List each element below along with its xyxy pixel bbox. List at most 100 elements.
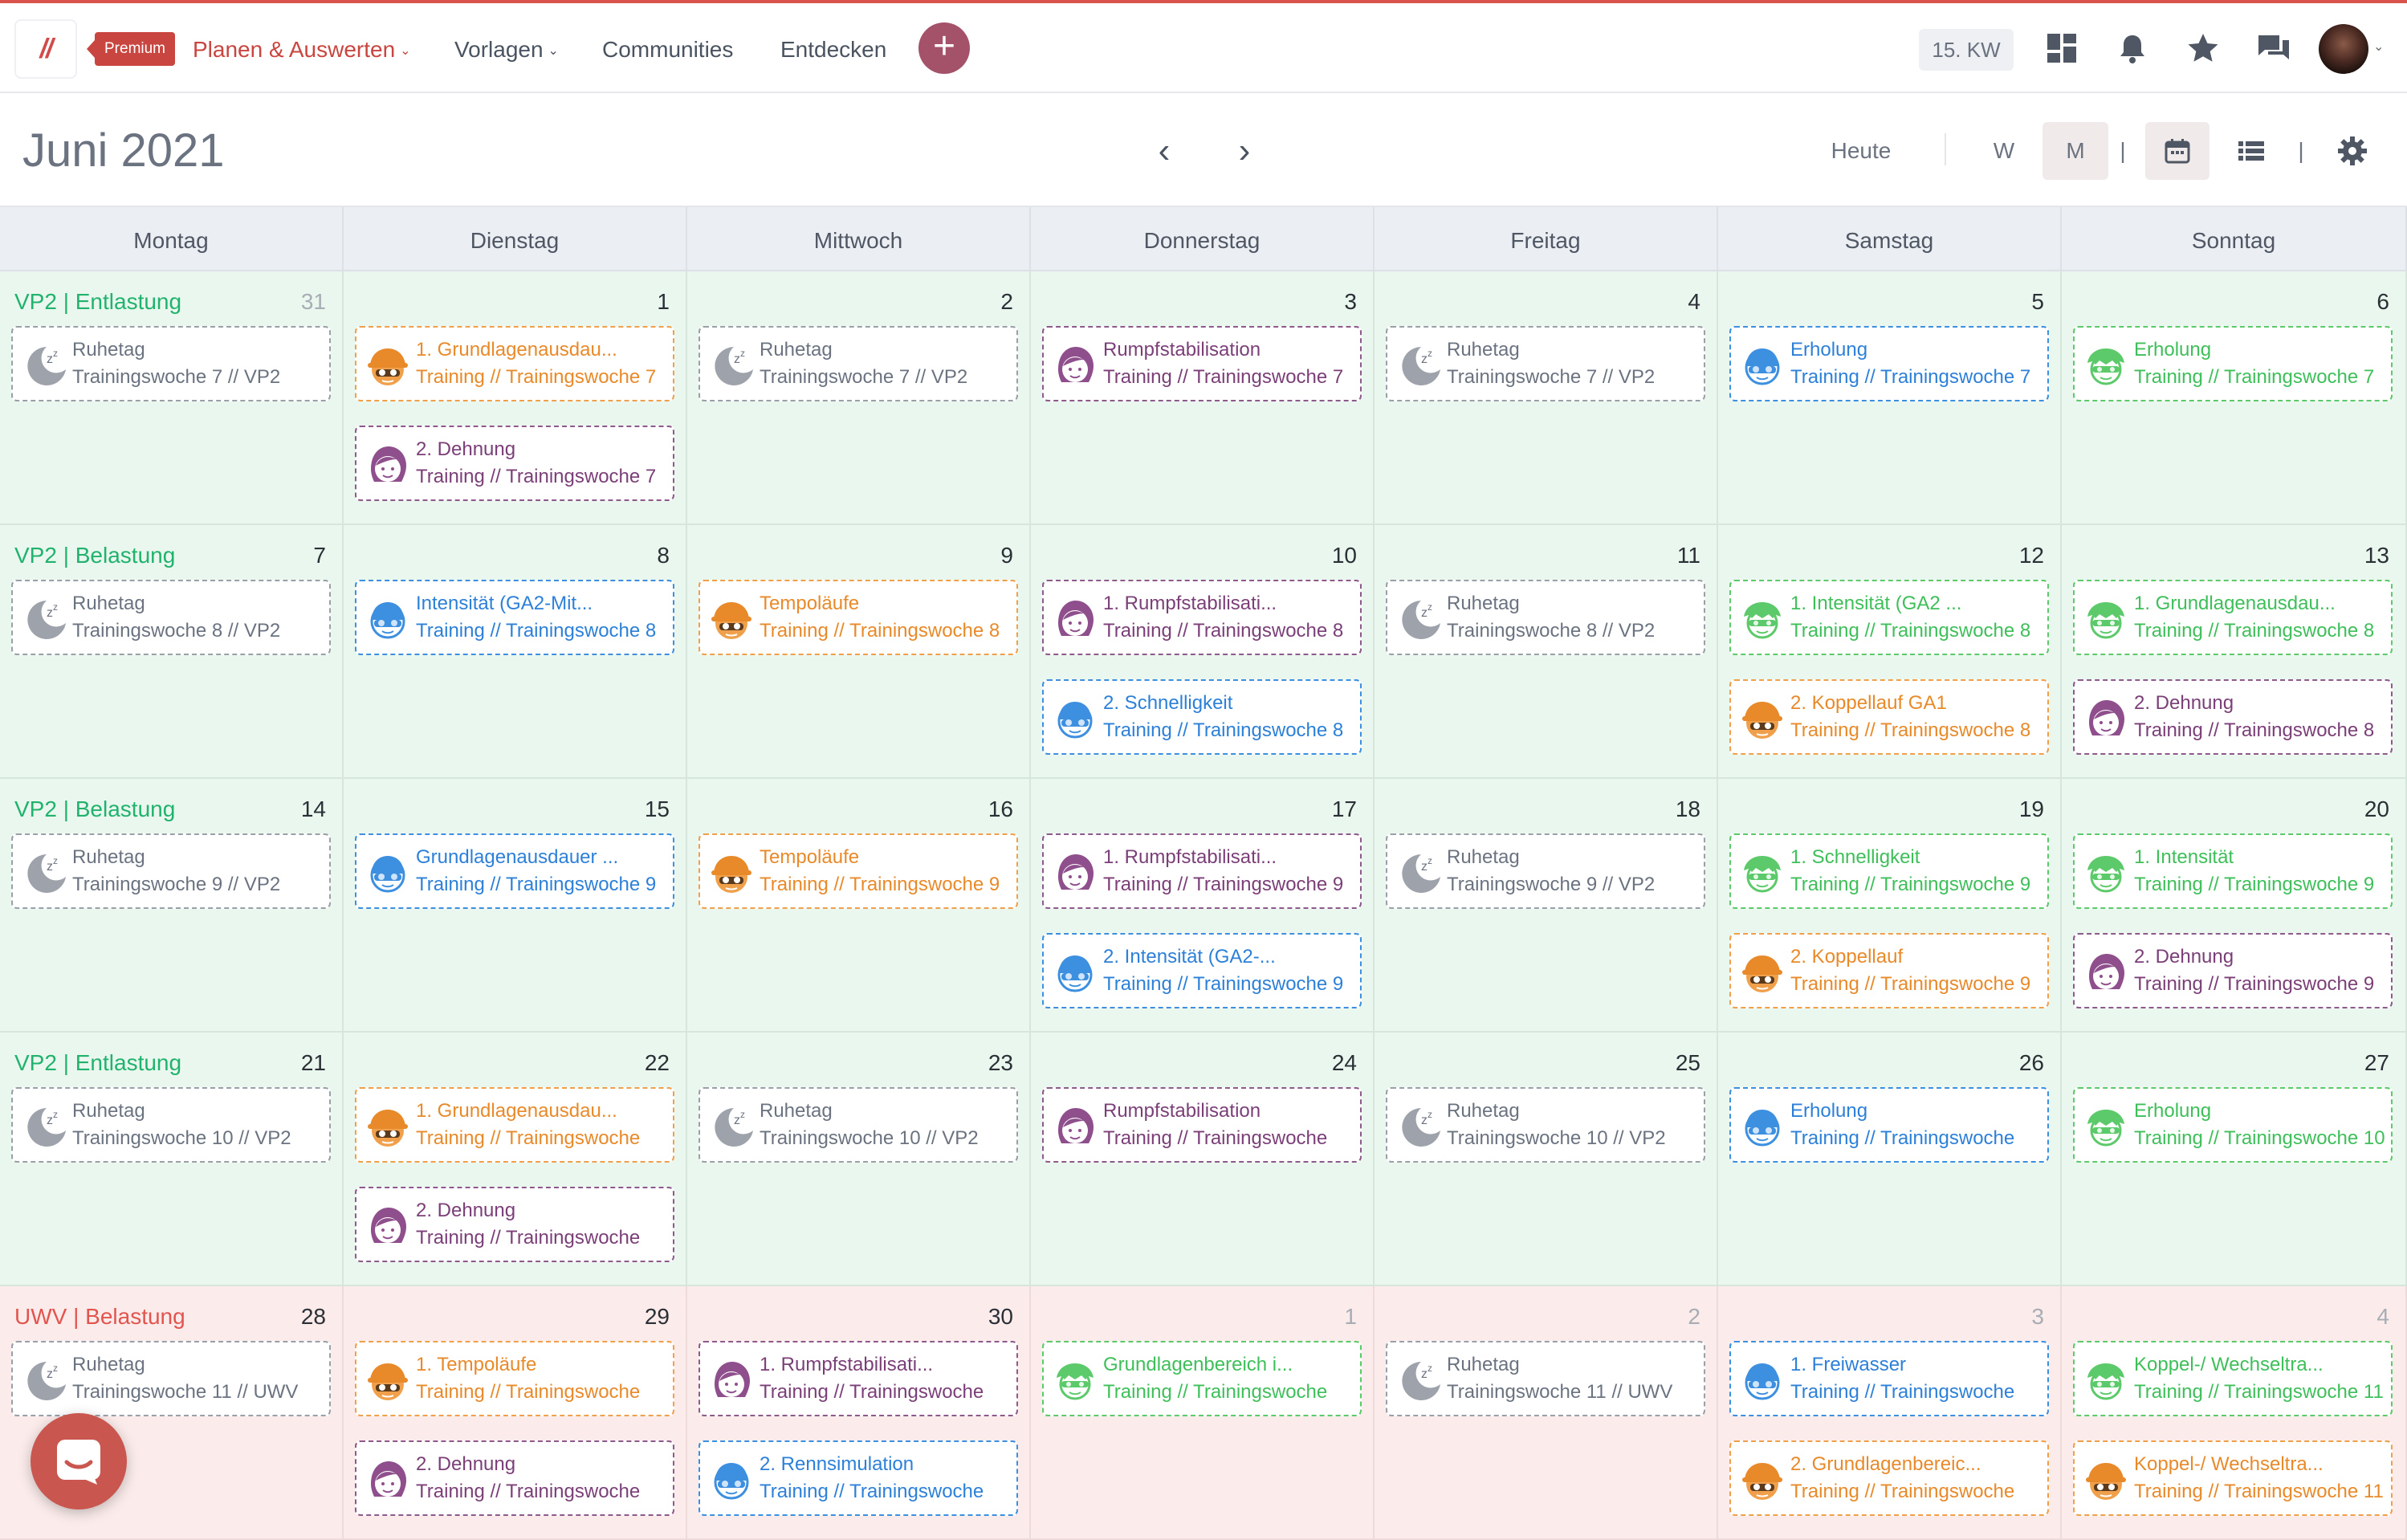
day-cell[interactable]: 12 1. Intensität (GA2 ... Training // Trai… (1718, 525, 2062, 779)
training-event-card[interactable]: 1. Intensität (GA2 ... Training // Traini… (1729, 580, 2049, 655)
training-event-card[interactable]: Rumpfstabilisation Training // Trainingsw… (1042, 326, 1362, 401)
nav-planen-auswerten[interactable]: Planen & Auswerten ⌄ (193, 32, 411, 67)
day-cell[interactable]: 18 z z Ruhetag Trainingswoche 9 // VP2 (1375, 779, 1718, 1033)
day-cell[interactable]: 16 Tempoläufe Training // Trainingswoche 9 (687, 779, 1031, 1033)
day-cell[interactable]: 8 Intensität (GA2-Mit... Training // Train… (344, 525, 687, 779)
training-event-card[interactable]: z z Ruhetag Trainingswoche 11 // UWV (1386, 1341, 1705, 1416)
chevron-right-icon[interactable]: › (1227, 133, 1262, 170)
calendar-view-button[interactable] (2145, 122, 2209, 180)
training-event-card[interactable]: Grundlagenbereich i... Training // Traini… (1042, 1341, 1362, 1416)
day-cell[interactable]: 15 Grundlagenausdauer ... Training // Trai… (344, 779, 687, 1033)
training-event-card[interactable]: z z Ruhetag Trainingswoche 8 // VP2 (11, 580, 331, 655)
day-cell[interactable]: 23 z z Ruhetag Trainingswoche 10 // VP2 (687, 1033, 1031, 1286)
training-event-card[interactable]: 2. Intensität (GA2-... Training // Traini… (1042, 933, 1362, 1008)
training-event-card[interactable]: 2. Dehnung Training // Trainingswoche 7 (355, 426, 674, 501)
star-icon[interactable] (2185, 31, 2221, 66)
day-cell[interactable]: 2 z z Ruhetag Trainingswoche 7 // VP2 (687, 271, 1031, 525)
day-cell[interactable]: VP2 | Belastung 7 z z Ruhetag Trainingswoche … (0, 525, 344, 779)
day-cell[interactable]: 19 1. Schnelligkeit Training // Trainingsw… (1718, 779, 2062, 1033)
training-event-card[interactable]: Grundlagenausdauer ... Training // Traini… (355, 833, 674, 909)
training-event-card[interactable]: Erholung Training // Trainingswoche 7 (2073, 326, 2393, 401)
training-event-card[interactable]: 2. Grundlagenbereic... Training // Traini… (1729, 1440, 2049, 1516)
chevron-down-icon[interactable]: ⌄ (2373, 39, 2384, 55)
nav-entdecken[interactable]: Entdecken (780, 32, 886, 67)
day-cell[interactable]: 27 Erholung Training // Trainingswoche 10 (2062, 1033, 2407, 1286)
day-cell[interactable]: 13 1. Grundlagenausdau... Training // Trai… (2062, 525, 2407, 779)
add-button[interactable]: + (918, 22, 970, 74)
day-cell[interactable]: 25 z z Ruhetag Trainingswoche 10 // VP2 (1375, 1033, 1718, 1286)
training-event-card[interactable]: 1. Tempoläufe Training // Trainingswoche (355, 1341, 674, 1416)
day-cell[interactable]: 10 1. Rumpfstabilisati... Training // Trai… (1031, 525, 1375, 779)
training-event-card[interactable]: Intensität (GA2-Mit... Training // Traini… (355, 580, 674, 655)
day-cell[interactable]: VP2 | Belastung 14 z z Ruhetag Trainingswoche… (0, 779, 344, 1033)
training-event-card[interactable]: z z Ruhetag Trainingswoche 7 // VP2 (698, 326, 1018, 401)
training-event-card[interactable]: z z Ruhetag Trainingswoche 7 // VP2 (11, 326, 331, 401)
training-event-card[interactable]: 1. Grundlagenausdau... Training // Traini… (2073, 580, 2393, 655)
training-event-card[interactable]: 2. Dehnung Training // Trainingswoche 9 (2073, 933, 2393, 1008)
day-cell[interactable]: 3 1. Freiwasser Training // Trainingswoche… (1718, 1286, 2062, 1540)
day-cell[interactable]: 6 Erholung Training // Trainingswoche 7 (2062, 271, 2407, 525)
support-chat-button[interactable] (31, 1413, 127, 1509)
day-cell[interactable]: 22 1. Grundlagenausdau... Training // Trai… (344, 1033, 687, 1286)
day-cell[interactable]: 29 1. Tempoläufe Training // Trainingswoch… (344, 1286, 687, 1540)
training-event-card[interactable]: 1. Freiwasser Training // Trainingswoche (1729, 1341, 2049, 1416)
bell-icon[interactable] (2115, 31, 2150, 66)
training-event-card[interactable]: 2. Rennsimulation Training // Trainingswo… (698, 1440, 1018, 1516)
training-event-card[interactable]: Koppel-/ Wechseltra... Training // Traini… (2073, 1440, 2393, 1516)
training-event-card[interactable]: z z Ruhetag Trainingswoche 10 // VP2 (698, 1087, 1018, 1163)
dashboard-icon[interactable] (2044, 31, 2079, 66)
list-view-button[interactable] (2219, 122, 2283, 180)
day-cell[interactable]: VP2 | Entlastung 31 z z Ruhetag Trainingswoch… (0, 271, 344, 525)
training-event-card[interactable]: z z Ruhetag Trainingswoche 10 // VP2 (1386, 1087, 1705, 1163)
day-cell[interactable]: 17 1. Rumpfstabilisati... Training // Trai… (1031, 779, 1375, 1033)
week-phase-label[interactable]: UWV | Belastung (14, 1304, 185, 1330)
day-cell[interactable]: 4 Koppel-/ Wechseltra... Training // Train… (2062, 1286, 2407, 1540)
training-event-card[interactable]: 2. Dehnung Training // Trainingswoche 8 (2073, 679, 2393, 755)
training-event-card[interactable]: Rumpfstabilisation Training // Trainingsw… (1042, 1087, 1362, 1163)
day-cell[interactable]: 24 Rumpfstabilisation Training // Training… (1031, 1033, 1375, 1286)
week-phase-label[interactable]: VP2 | Entlastung (14, 289, 181, 315)
training-event-card[interactable]: 2. Dehnung Training // Trainingswoche (355, 1187, 674, 1262)
month-view-button[interactable]: M (2042, 122, 2108, 180)
day-cell[interactable]: 1 Grundlagenbereich i... Training // Train… (1031, 1286, 1375, 1540)
training-event-card[interactable]: Erholung Training // Trainingswoche (1729, 1087, 2049, 1163)
today-button[interactable]: Heute (1811, 122, 1911, 180)
training-event-card[interactable]: 1. Grundlagenausdau... Training // Traini… (355, 1087, 674, 1163)
chevron-left-icon[interactable]: ‹ (1146, 133, 1182, 170)
training-event-card[interactable]: 1. Rumpfstabilisati... Training // Traini… (1042, 833, 1362, 909)
training-event-card[interactable]: z z Ruhetag Trainingswoche 9 // VP2 (1386, 833, 1705, 909)
week-phase-label[interactable]: VP2 | Entlastung (14, 1050, 181, 1076)
day-cell[interactable]: 26 Erholung Training // Trainingswoche (1718, 1033, 2062, 1286)
training-event-card[interactable]: 2. Dehnung Training // Trainingswoche (355, 1440, 674, 1516)
day-cell[interactable]: VP2 | Entlastung 21 z z Ruhetag Trainingswoch… (0, 1033, 344, 1286)
training-event-card[interactable]: 1. Grundlagenausdau... Training // Traini… (355, 326, 674, 401)
training-event-card[interactable]: z z Ruhetag Trainingswoche 9 // VP2 (11, 833, 331, 909)
day-cell[interactable]: UWV | Belastung 28 z z Ruhetag Trainingswoche… (0, 1286, 344, 1540)
settings-button[interactable] (2320, 122, 2385, 180)
training-event-card[interactable]: Tempoläufe Training // Trainingswoche 8 (698, 580, 1018, 655)
training-event-card[interactable]: z z Ruhetag Trainingswoche 11 // UWV (11, 1341, 331, 1416)
training-event-card[interactable]: 2. Koppellauf Training // Trainingswoche … (1729, 933, 2049, 1008)
nav-communities[interactable]: Communities (602, 32, 733, 67)
training-event-card[interactable]: 1. Intensität Training // Trainingswoche … (2073, 833, 2393, 909)
day-cell[interactable]: 5 Erholung Training // Trainingswoche 7 (1718, 271, 2062, 525)
week-view-button[interactable]: W (1972, 122, 2036, 180)
training-event-card[interactable]: 2. Schnelligkeit Training // Trainingswoc… (1042, 679, 1362, 755)
day-cell[interactable]: 11 z z Ruhetag Trainingswoche 8 // VP2 (1375, 525, 1718, 779)
training-event-card[interactable]: 1. Rumpfstabilisati... Training // Traini… (1042, 580, 1362, 655)
training-event-card[interactable]: Koppel-/ Wechseltra... Training // Traini… (2073, 1341, 2393, 1416)
training-event-card[interactable]: z z Ruhetag Trainingswoche 10 // VP2 (11, 1087, 331, 1163)
app-logo[interactable]: // (14, 19, 77, 79)
day-cell[interactable]: 9 Tempoläufe Training // Trainingswoche 8 (687, 525, 1031, 779)
training-event-card[interactable]: Tempoläufe Training // Trainingswoche 9 (698, 833, 1018, 909)
nav-vorlagen[interactable]: Vorlagen ⌄ (454, 32, 559, 67)
week-phase-label[interactable]: VP2 | Belastung (14, 796, 175, 822)
day-cell[interactable]: 3 Rumpfstabilisation Training // Trainings… (1031, 271, 1375, 525)
day-cell[interactable]: 1 1. Grundlagenausdau... Training // Train… (344, 271, 687, 525)
week-phase-label[interactable]: VP2 | Belastung (14, 543, 175, 568)
day-cell[interactable]: 2 z z Ruhetag Trainingswoche 11 // UWV (1375, 1286, 1718, 1540)
training-event-card[interactable]: Erholung Training // Trainingswoche 10 (2073, 1087, 2393, 1163)
training-event-card[interactable]: z z Ruhetag Trainingswoche 8 // VP2 (1386, 580, 1705, 655)
day-cell[interactable]: 20 1. Intensität Training // Trainingswoch… (2062, 779, 2407, 1033)
training-event-card[interactable]: 1. Schnelligkeit Training // Trainingswoc… (1729, 833, 2049, 909)
